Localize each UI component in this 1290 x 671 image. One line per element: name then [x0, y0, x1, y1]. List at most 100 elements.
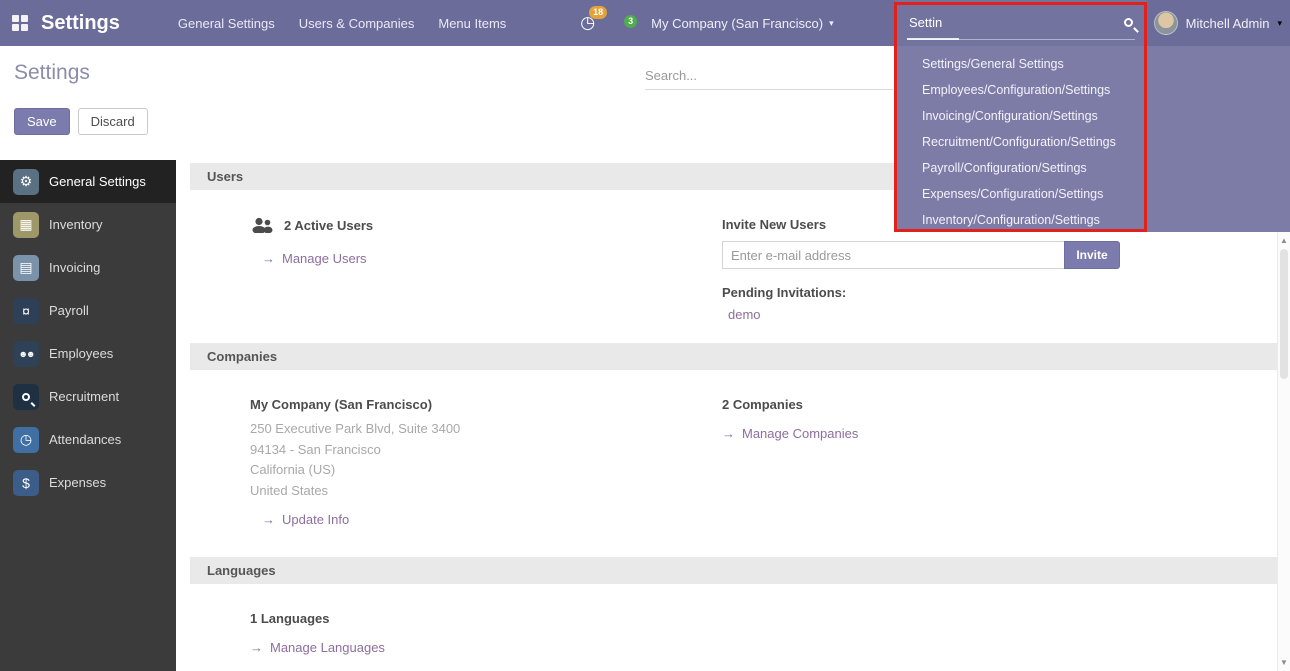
sidebar-item-invoicing[interactable]: ▤ Invoicing [0, 246, 176, 289]
arrow-right-icon: → [262, 251, 275, 266]
menu-search-inner [907, 7, 1135, 40]
address-line: California (US) [250, 460, 722, 481]
update-info-link[interactable]: → Update Info [262, 512, 722, 527]
companies-right-column: 2 Companies → Manage Companies [722, 397, 1277, 557]
top-menu: General Settings Users & Companies Menu … [178, 16, 506, 31]
record-search-input[interactable] [645, 62, 893, 89]
sidebar-item-payroll[interactable]: ¤ Payroll [0, 289, 176, 332]
sidebar-item-label: Inventory [49, 217, 102, 232]
menu-general-settings[interactable]: General Settings [178, 16, 275, 31]
scroll-up-arrow-icon[interactable]: ▲ [1278, 236, 1290, 245]
arrow-right-icon: → [250, 640, 263, 655]
save-button[interactable]: Save [14, 108, 70, 135]
sidebar-item-expenses[interactable]: $ Expenses [0, 461, 176, 504]
employees-glyph: ☻☻ [19, 349, 34, 359]
activities-badge: 18 [589, 6, 607, 19]
company-switcher[interactable]: My Company (San Francisco) ▾ [651, 16, 833, 31]
chevron-down-icon: ▾ [829, 18, 834, 29]
menu-users-companies[interactable]: Users & Companies [299, 16, 415, 31]
manage-users-label: Manage Users [282, 251, 367, 266]
company-name: My Company (San Francisco) [250, 397, 722, 412]
company-address: 250 Executive Park Blvd, Suite 3400 9413… [250, 419, 722, 501]
menu-search-box [895, 0, 1147, 46]
text-cursor-underline [907, 38, 959, 40]
manage-languages-label: Manage Languages [270, 640, 385, 655]
section-header-companies: Companies [190, 343, 1277, 370]
chevron-down-icon: ▾ [1277, 18, 1282, 29]
sidebar-item-recruitment[interactable]: Recruitment [0, 375, 176, 418]
sidebar-item-inventory[interactable]: ▦ Inventory [0, 203, 176, 246]
manage-companies-label: Manage Companies [742, 426, 858, 441]
languages-left-column: 1 Languages → Manage Languages [250, 611, 722, 655]
app-title: Settings [41, 12, 120, 35]
scroll-down-arrow-icon[interactable]: ▼ [1278, 658, 1290, 667]
discard-button[interactable]: Discard [78, 108, 148, 135]
pending-user-link[interactable]: demo [722, 307, 1277, 322]
sidebar-item-label: Attendances [49, 432, 121, 447]
invoice-icon: ▤ [13, 255, 39, 281]
invite-row: Invite [722, 241, 1120, 269]
languages-count: 1 Languages [250, 611, 722, 626]
magnifier-shape [22, 393, 30, 401]
gear-icon: ⚙ [13, 169, 39, 195]
address-line: 250 Executive Park Blvd, Suite 3400 [250, 419, 722, 440]
sidebar-item-label: Payroll [49, 303, 89, 318]
active-users-count: 2 Active Users [284, 218, 373, 233]
grid-square [12, 24, 19, 31]
odoo-settings-screen: Settings General Settings Users & Compan… [0, 0, 1290, 671]
search-result[interactable]: Invoicing/Configuration/Settings [895, 103, 1290, 129]
grid-square [21, 15, 28, 22]
user-menu[interactable]: Mitchell Admin ▾ [1154, 0, 1282, 46]
search-result[interactable]: Expenses/Configuration/Settings [895, 181, 1290, 207]
sidebar-item-label: Invoicing [49, 260, 100, 275]
sidebar-item-general-settings[interactable]: ⚙ General Settings [0, 160, 176, 203]
address-line: United States [250, 481, 722, 502]
company-name: My Company (San Francisco) [651, 16, 823, 31]
users-left-column: 2 Active Users → Manage Users [250, 217, 722, 343]
settings-sidebar: ⚙ General Settings ▦ Inventory ▤ Invoici… [0, 160, 176, 671]
users-right-column: Invite New Users Invite Pending Invitati… [722, 217, 1277, 343]
arrow-right-icon: → [722, 426, 735, 441]
menu-search-input[interactable] [907, 14, 1124, 31]
menu-menu-items[interactable]: Menu Items [438, 16, 506, 31]
pending-invitations-label: Pending Invitations: [722, 285, 1277, 300]
sidebar-item-employees[interactable]: ☻☻ Employees [0, 332, 176, 375]
search-icon[interactable] [1124, 18, 1133, 27]
inventory-icon: ▦ [13, 212, 39, 238]
manage-companies-link[interactable]: → Manage Companies [722, 426, 1277, 441]
users-icon [250, 217, 274, 233]
grid-square [12, 15, 19, 22]
avatar [1154, 11, 1178, 35]
languages-section: 1 Languages → Manage Languages [176, 584, 1277, 655]
vertical-scrollbar[interactable]: ▲ ▼ [1277, 232, 1290, 671]
apps-menu-icon[interactable] [12, 15, 28, 31]
navbar-icons: ◷ 18 3 [580, 14, 625, 33]
scrollbar-thumb[interactable] [1280, 249, 1288, 379]
sidebar-item-attendances[interactable]: ◷ Attendances [0, 418, 176, 461]
sidebar-item-label: Recruitment [49, 389, 119, 404]
expenses-icon: $ [13, 470, 39, 496]
section-header-languages: Languages [190, 557, 1277, 584]
search-result[interactable]: Recruitment/Configuration/Settings [895, 129, 1290, 155]
search-result[interactable]: Employees/Configuration/Settings [895, 77, 1290, 103]
manage-users-link[interactable]: → Manage Users [262, 251, 722, 266]
search-result[interactable]: Inventory/Configuration/Settings [895, 207, 1290, 232]
invite-button[interactable]: Invite [1064, 241, 1120, 269]
update-info-label: Update Info [282, 512, 349, 527]
search-result[interactable]: Payroll/Configuration/Settings [895, 155, 1290, 181]
settings-content: Users 2 Active Users → Manage Users [176, 160, 1277, 671]
search-result[interactable]: Settings/General Settings [895, 51, 1290, 77]
arrow-right-icon: → [262, 512, 275, 527]
employees-icon: ☻☻ [13, 341, 39, 367]
attendance-clock-icon: ◷ [13, 427, 39, 453]
languages-right-column [722, 611, 1277, 655]
sidebar-item-label: Expenses [49, 475, 106, 490]
manage-languages-link[interactable]: → Manage Languages [250, 640, 722, 655]
activities-button[interactable]: ◷ 18 [580, 14, 595, 33]
breadcrumb: Settings [14, 61, 90, 85]
form-buttons: Save Discard [14, 108, 148, 135]
recruitment-magnifier-icon [13, 384, 39, 410]
grid-square [21, 24, 28, 31]
sidebar-item-label: General Settings [49, 174, 146, 189]
invite-email-input[interactable] [722, 241, 1064, 269]
